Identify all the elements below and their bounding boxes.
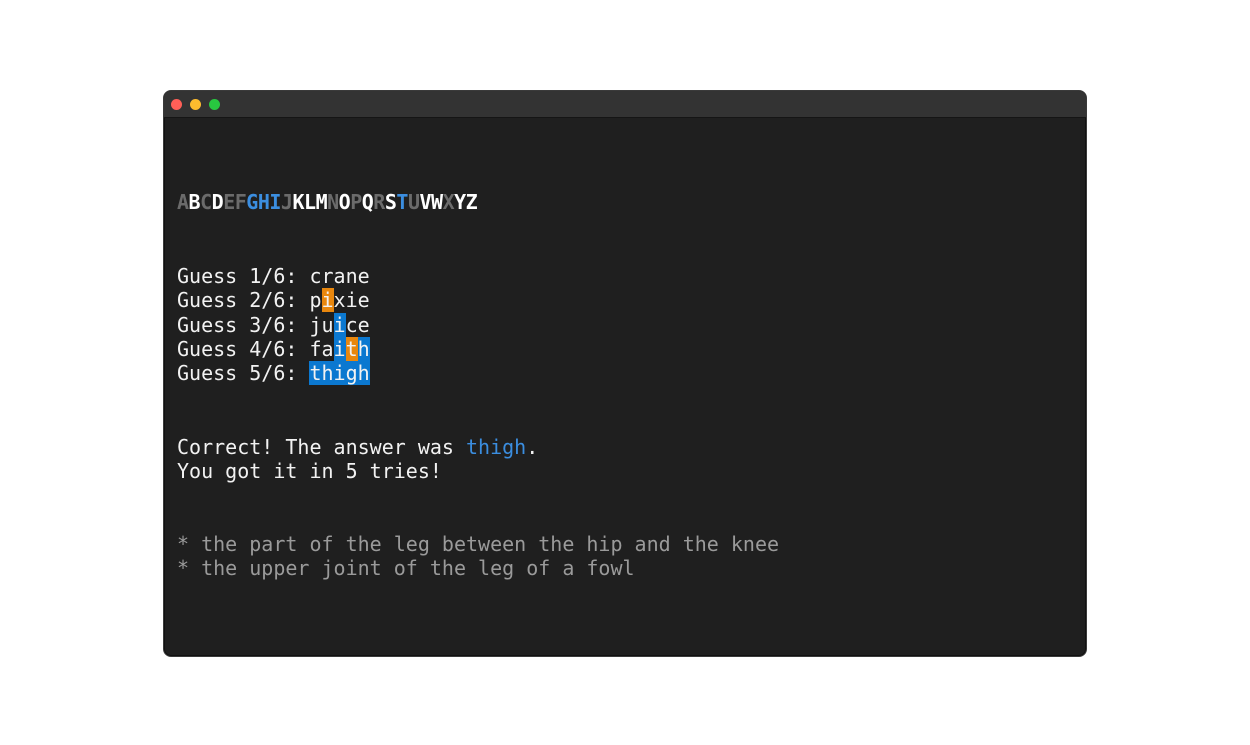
alphabet-letter: K xyxy=(292,190,305,214)
result-suffix: . xyxy=(526,435,539,459)
guess-prefix: Guess 5/6: xyxy=(177,361,310,386)
alphabet-letter: J xyxy=(280,190,293,214)
guess-line: Guess 4/6: faith xyxy=(177,336,370,361)
guess-letter: h xyxy=(321,361,334,386)
guess-letter: t xyxy=(309,361,322,386)
guess-letter: c xyxy=(309,264,322,288)
guess-letter: i xyxy=(345,288,358,313)
alphabet-letter: O xyxy=(338,190,351,214)
guess-letter: a xyxy=(333,264,346,288)
result-line: Correct! The answer was thigh. xyxy=(177,435,538,459)
result-prefix: Correct! The answer was xyxy=(177,435,466,459)
alphabet-letter: E xyxy=(223,190,235,214)
guess-letter: u xyxy=(321,312,334,337)
alphabet-status: ABCDEFGHIJKLMNOPQRSTUVWXYZ xyxy=(177,190,478,214)
zoom-button[interactable] xyxy=(209,99,220,110)
guess-letter: i xyxy=(333,336,346,361)
alphabet-letter: D xyxy=(211,190,224,214)
guess-prefix: Guess 2/6: xyxy=(177,288,310,313)
guess-letter: r xyxy=(321,264,334,288)
guess-letter: i xyxy=(333,312,346,337)
definition-line: * the upper joint of the leg of a fowl xyxy=(177,556,635,580)
answer-word: thigh xyxy=(465,435,527,459)
guess-letter: j xyxy=(309,312,322,337)
terminal-output[interactable]: ABCDEFGHIJKLMNOPQRSTUVWXYZ Guess 1/6: cr… xyxy=(177,118,1076,656)
guess-letter: t xyxy=(345,336,358,361)
guess-letter: h xyxy=(357,336,370,361)
guess-letter: i xyxy=(321,288,334,313)
alphabet-letter: X xyxy=(442,190,455,214)
close-button[interactable] xyxy=(171,99,182,110)
terminal-window: ABCDEFGHIJKLMNOPQRSTUVWXYZ Guess 1/6: cr… xyxy=(163,90,1087,657)
alphabet-letter: Z xyxy=(465,190,478,214)
alphabet-letter: I xyxy=(269,190,281,214)
alphabet-letter: M xyxy=(315,190,328,214)
alphabet-letter: C xyxy=(200,190,212,214)
guess-letter: i xyxy=(333,361,346,386)
alphabet-letter: U xyxy=(407,190,420,214)
guess-letter: x xyxy=(333,288,346,313)
tries-line: You got it in 5 tries! xyxy=(177,459,442,483)
alphabet-letter: A xyxy=(177,190,189,214)
guess-prefix: Guess 4/6: xyxy=(177,336,310,361)
alphabet-letter: T xyxy=(396,190,408,214)
minimize-button[interactable] xyxy=(190,99,201,110)
alphabet-letter: S xyxy=(384,190,397,214)
guess-letter: e xyxy=(357,312,370,337)
guess-line: Guess 3/6: juice xyxy=(177,312,370,337)
guess-line: Guess 5/6: thigh xyxy=(177,361,370,386)
guess-letter: c xyxy=(345,312,358,337)
definition-line: * the part of the leg between the hip an… xyxy=(177,532,780,556)
alphabet-letter: Y xyxy=(454,190,466,214)
guess-prefix: Guess 1/6: xyxy=(177,264,310,288)
guess-letter: p xyxy=(309,288,322,313)
title-bar xyxy=(164,91,1086,118)
alphabet-letter: V xyxy=(419,190,432,214)
alphabet-letter: R xyxy=(373,190,385,214)
alphabet-letter: Q xyxy=(361,190,374,214)
guess-letter: e xyxy=(357,288,370,313)
guess-line: Guess 2/6: pixie xyxy=(177,288,370,313)
alphabet-letter: G xyxy=(246,190,258,214)
guess-letter: h xyxy=(357,361,370,386)
alphabet-letter: N xyxy=(327,190,339,214)
alphabet-letter: W xyxy=(431,190,443,214)
guess-letter: a xyxy=(321,336,334,361)
alphabet-letter: H xyxy=(257,190,270,214)
alphabet-letter: P xyxy=(350,190,362,214)
alphabet-letter: F xyxy=(234,190,247,214)
alphabet-letter: L xyxy=(304,190,316,214)
alphabet-letter: B xyxy=(188,190,201,214)
guess-letter: n xyxy=(345,264,358,288)
guess-prefix: Guess 3/6: xyxy=(177,312,310,337)
guess-line: Guess 1/6: crane xyxy=(177,264,370,288)
guess-letter: e xyxy=(357,264,370,288)
guess-letter: g xyxy=(345,361,358,386)
guess-letter: f xyxy=(309,336,322,361)
